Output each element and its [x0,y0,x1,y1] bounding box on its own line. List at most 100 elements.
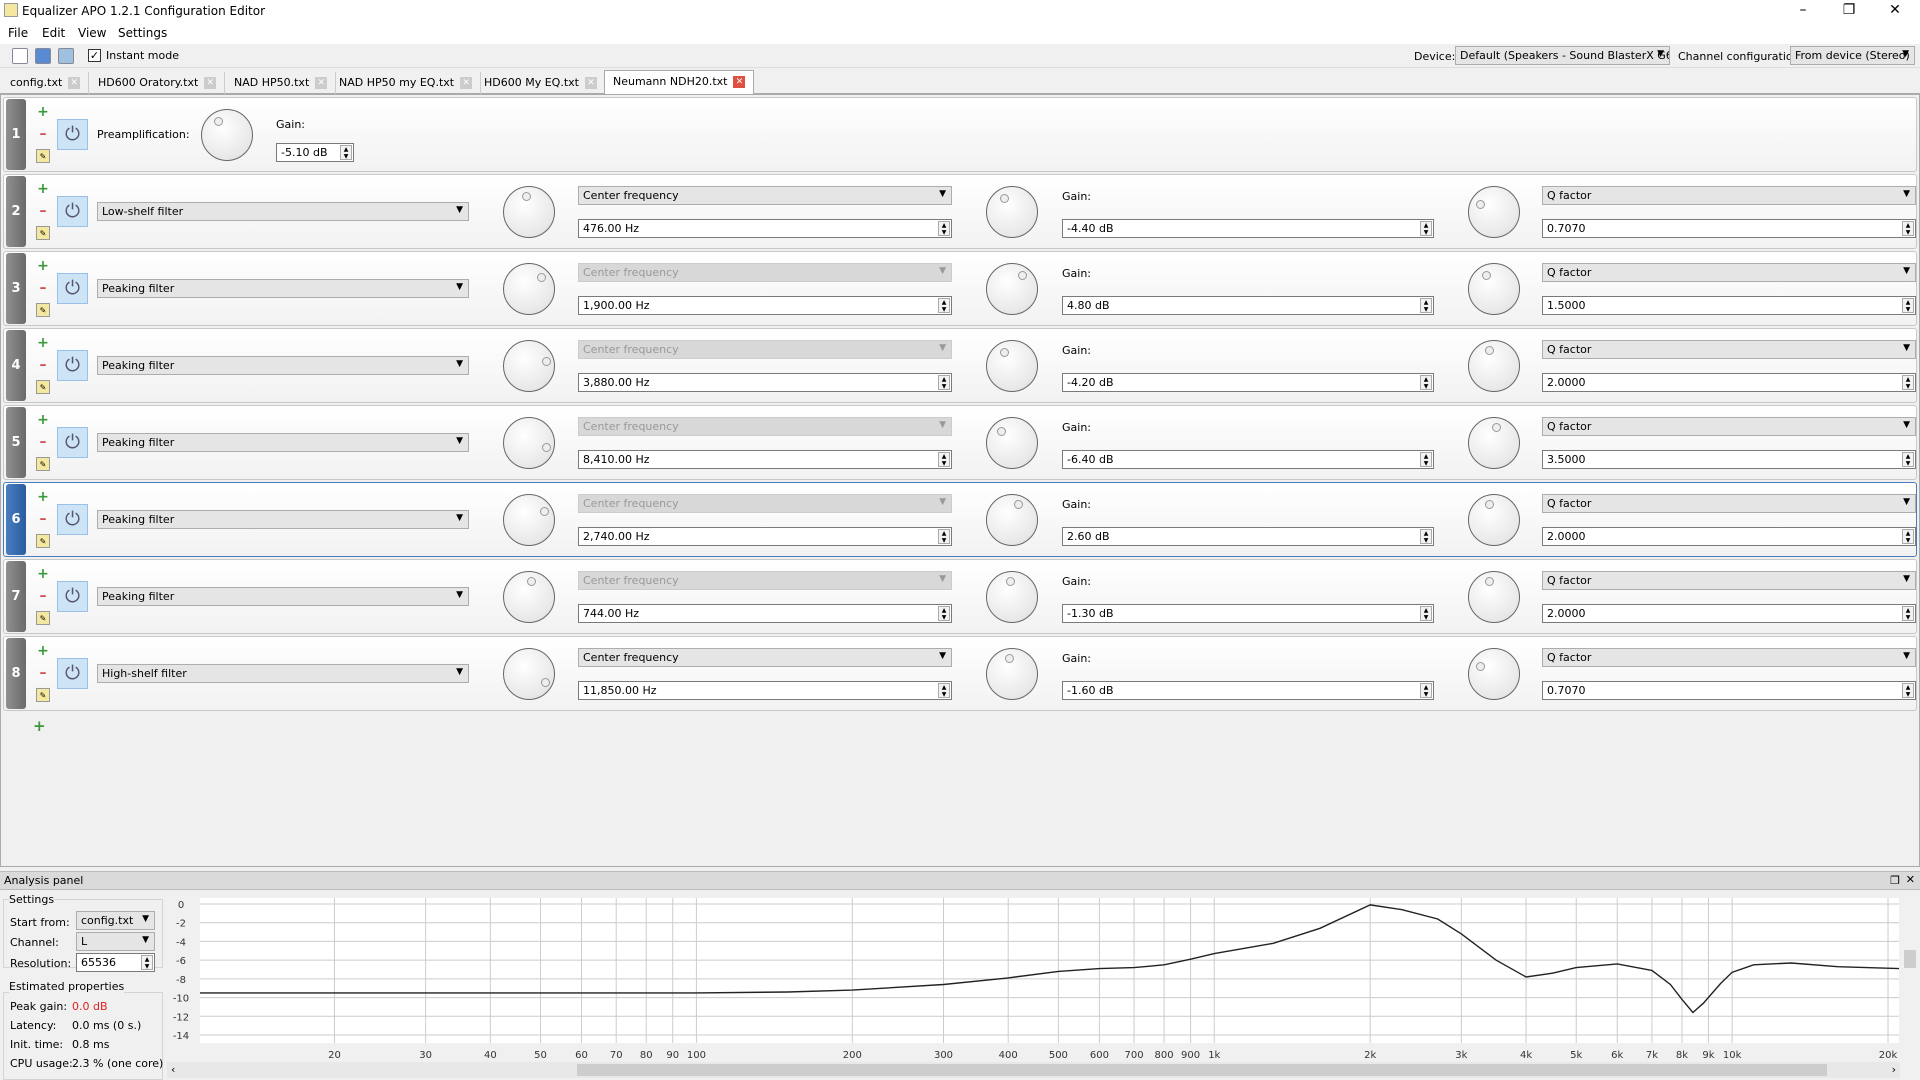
spin-arrows-icon[interactable]: ▲ ▼ [938,221,950,236]
power-icon[interactable]: ⏻ [57,196,88,227]
start-from-select[interactable]: config.txt ▼ [76,911,155,930]
resolution-input[interactable]: 65536 ▲ ▼ [76,953,155,972]
frequency-input[interactable]: 476.00 Hz ▲ ▼ [578,219,952,238]
remove-icon[interactable]: – [36,281,50,295]
gain-input[interactable]: -4.20 dB ▲ ▼ [1062,373,1434,392]
restore-icon[interactable]: ❐ [1826,0,1872,22]
channel-config-select[interactable]: From device (Stereo) ▼ [1790,46,1915,65]
close-tab-icon[interactable]: ✕ [460,77,473,89]
close-tab-icon[interactable]: ✕ [584,77,597,89]
q-input[interactable]: 2.0000 ▲ ▼ [1542,604,1916,623]
q-input[interactable]: 0.7070 ▲ ▼ [1542,681,1916,700]
spin-arrows-icon[interactable]: ▲ ▼ [1420,529,1432,544]
spin-arrows-icon[interactable]: ▲ ▼ [141,955,153,970]
tab-2[interactable]: NAD HP50.txt ✕ [226,72,337,94]
q-knob[interactable] [1468,648,1520,700]
q-knob[interactable] [1468,417,1520,469]
spin-arrows-icon[interactable]: ▲ ▼ [1902,452,1914,467]
remove-icon[interactable]: – [36,204,50,218]
q-knob[interactable] [1468,571,1520,623]
edit-icon[interactable]: ✎ [36,149,50,163]
remove-icon[interactable]: – [36,435,50,449]
tab-1[interactable]: HD600 Oratory.txt ✕ [90,72,226,94]
power-icon[interactable]: ⏻ [57,119,88,150]
tab-0[interactable]: config.txt ✕ [2,72,90,94]
tab-4[interactable]: HD600 My EQ.txt ✕ [476,72,606,94]
gain-knob[interactable] [986,571,1038,623]
device-select[interactable]: Default (Speakers - Sound BlasterX G6) ▼ [1455,46,1670,65]
spin-arrows-icon[interactable]: ▲ ▼ [1902,298,1914,313]
close-panel-icon[interactable]: ✕ [1906,873,1915,886]
frequency-input[interactable]: 1,900.00 Hz ▲ ▼ [578,296,952,315]
add-icon[interactable]: + [36,413,50,427]
spin-arrows-icon[interactable]: ▲ ▼ [938,375,950,390]
frequency-input[interactable]: 8,410.00 Hz ▲ ▼ [578,450,952,469]
gain-knob[interactable] [986,186,1038,238]
power-icon[interactable]: ⏻ [57,427,88,458]
q-input[interactable]: 2.0000 ▲ ▼ [1542,527,1916,546]
remove-icon[interactable]: – [36,512,50,526]
instant-mode-checkbox[interactable]: ✓ [88,49,101,62]
add-icon[interactable]: + [36,105,50,119]
spin-arrows-icon[interactable]: ▲ ▼ [938,298,950,313]
frequency-knob[interactable] [503,417,555,469]
spin-arrows-icon[interactable]: ▲ ▼ [1420,375,1432,390]
menu-file[interactable]: File [8,26,28,40]
edit-icon[interactable]: ✎ [36,611,50,625]
close-tab-icon[interactable]: ✕ [733,76,746,88]
filter-type-select[interactable]: Peaking filter ▼ [97,510,469,529]
q-knob[interactable] [1468,263,1520,315]
spin-arrows-icon[interactable]: ▲ ▼ [1902,221,1914,236]
gain-knob[interactable] [986,340,1038,392]
add-icon[interactable]: + [36,182,50,196]
filter-type-select[interactable]: Peaking filter ▼ [97,356,469,375]
edit-icon[interactable]: ✎ [36,688,50,702]
scroll-left-icon[interactable]: ‹ [171,1063,175,1076]
q-mode-select[interactable]: Q factor ▼ [1542,340,1916,359]
add-icon[interactable]: + [36,567,50,581]
q-mode-select[interactable]: Q factor ▼ [1542,571,1916,590]
spin-arrows-icon[interactable]: ▲ ▼ [1420,606,1432,621]
gain-input[interactable]: 4.80 dB ▲ ▼ [1062,296,1434,315]
q-input[interactable]: 1.5000 ▲ ▼ [1542,296,1916,315]
tab-3[interactable]: NAD HP50 my EQ.txt ✕ [331,72,482,94]
frequency-input[interactable]: 744.00 Hz ▲ ▼ [578,604,952,623]
frequency-knob[interactable] [503,340,555,392]
gain-input[interactable]: -4.40 dB ▲ ▼ [1062,219,1434,238]
edit-icon[interactable]: ✎ [36,303,50,317]
scrollbar-thumb[interactable] [577,1064,1827,1076]
scroll-right-icon[interactable]: › [1892,1063,1896,1076]
add-icon[interactable]: + [36,259,50,273]
q-input[interactable]: 3.5000 ▲ ▼ [1542,450,1916,469]
filter-type-select[interactable]: Peaking filter ▼ [97,433,469,452]
q-mode-select[interactable]: Q factor ▼ [1542,263,1916,282]
spin-arrows-icon[interactable]: ▲ ▼ [1902,375,1914,390]
vertical-scrollbar[interactable] [1902,895,1918,1057]
power-icon[interactable]: ⏻ [57,504,88,535]
add-filter-icon[interactable]: + [33,717,46,735]
gain-input[interactable]: -1.60 dB ▲ ▼ [1062,681,1434,700]
preamp-gain-input[interactable]: -5.10 dB ▲ ▼ [276,143,354,162]
spin-arrows-icon[interactable]: ▲ ▼ [1902,683,1914,698]
frequency-mode-select[interactable]: Center frequency ▼ [578,648,952,667]
edit-icon[interactable]: ✎ [36,380,50,394]
edit-icon[interactable]: ✎ [36,534,50,548]
filter-type-select[interactable]: Peaking filter ▼ [97,279,469,298]
edit-icon[interactable]: ✎ [36,226,50,240]
spin-arrows-icon[interactable]: ▲ ▼ [1902,606,1914,621]
frequency-knob[interactable] [503,263,555,315]
frequency-knob[interactable] [503,494,555,546]
frequency-mode-select[interactable]: Center frequency ▼ [578,186,952,205]
gain-knob[interactable] [986,263,1038,315]
q-input[interactable]: 0.7070 ▲ ▼ [1542,219,1916,238]
spin-arrows-icon[interactable]: ▲ ▼ [938,452,950,467]
spin-arrows-icon[interactable]: ▲ ▼ [938,529,950,544]
add-icon[interactable]: + [36,336,50,350]
horizontal-scrollbar[interactable]: ‹ › [167,1062,1900,1078]
frequency-input[interactable]: 2,740.00 Hz ▲ ▼ [578,527,952,546]
gain-knob[interactable] [986,494,1038,546]
spin-arrows-icon[interactable]: ▲ ▼ [1420,298,1432,313]
filter-type-select[interactable]: Peaking filter ▼ [97,587,469,606]
frequency-knob[interactable] [503,648,555,700]
gain-knob[interactable] [986,648,1038,700]
